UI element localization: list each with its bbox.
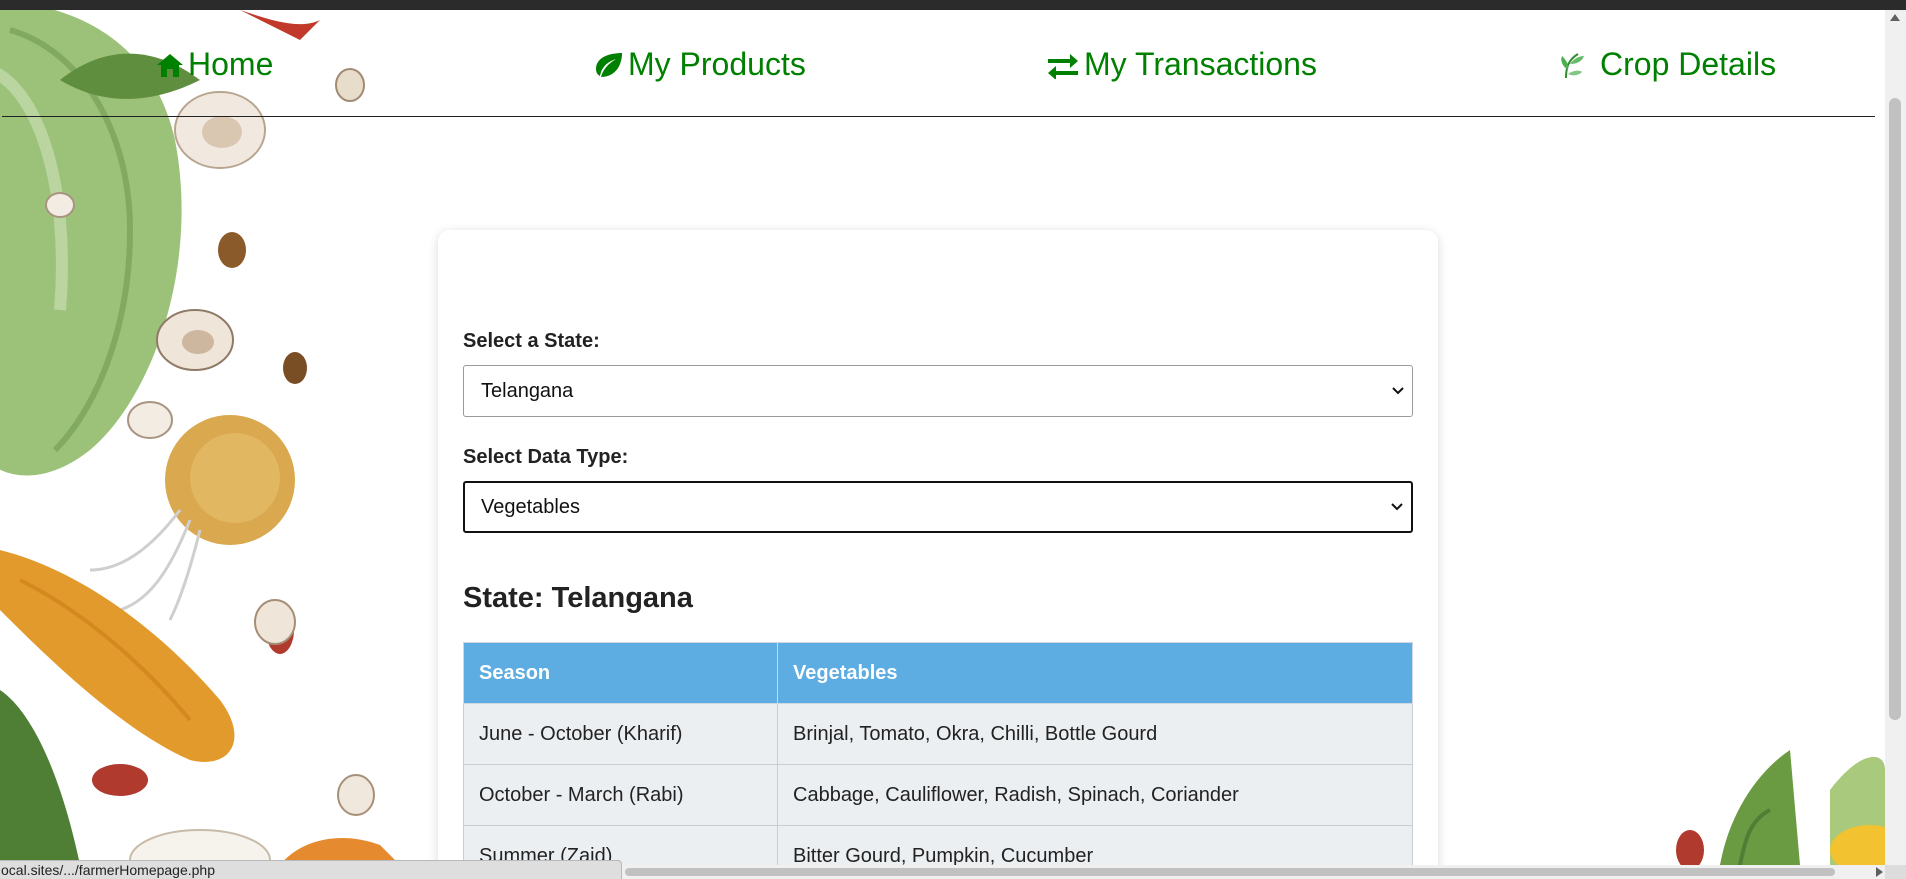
season-cell: June - October (Kharif): [463, 703, 778, 765]
nav-products-link[interactable]: My Products: [592, 46, 806, 83]
nav-home-link[interactable]: Home: [156, 46, 273, 83]
status-bar-url: ocal.sites/.../farmerHomepage.php: [0, 860, 622, 879]
horizontal-scroll-thumb[interactable]: [625, 868, 1835, 876]
chevron-down-icon: [1392, 387, 1404, 395]
table-row: June - October (Kharif) Brinjal, Tomato,…: [463, 703, 1413, 765]
nav-crop-details-label: Crop Details: [1600, 46, 1777, 82]
scroll-right-arrow-icon[interactable]: [1876, 867, 1883, 877]
nav-transactions-link[interactable]: My Transactions: [1046, 46, 1317, 83]
column-header-season: Season: [463, 642, 778, 704]
state-select-label: Select a State:: [463, 330, 600, 352]
exchange-icon: [1048, 53, 1078, 79]
datatype-select-label: Select Data Type:: [463, 446, 629, 468]
browser-viewport: Home My Products My Transactions Crop De…: [0, 0, 1906, 879]
vegetables-cell: Cabbage, Cauliflower, Radish, Spinach, C…: [777, 764, 1413, 826]
state-select[interactable]: Telangana: [463, 365, 1413, 417]
datatype-select[interactable]: Vegetables: [463, 481, 1413, 533]
state-select-value: Telangana: [481, 379, 574, 402]
home-icon: [157, 53, 183, 77]
vertical-scroll-thumb[interactable]: [1889, 98, 1901, 720]
nav-home-label: Home: [188, 46, 274, 82]
scrollbar-corner: [1885, 865, 1906, 879]
vertical-scrollbar[interactable]: [1885, 10, 1906, 865]
chevron-down-icon: [1391, 503, 1403, 511]
nav-products-label: My Products: [628, 46, 806, 82]
nav-transactions-label: My Transactions: [1084, 46, 1317, 82]
column-header-vegetables: Vegetables: [777, 642, 1413, 704]
window-top-strip: [0, 0, 1906, 10]
nav-divider: [2, 116, 1875, 117]
season-cell: October - March (Rabi): [463, 764, 778, 826]
table-header-row: Season Vegetables: [463, 642, 1413, 704]
top-navigation: Home My Products My Transactions Crop De…: [0, 10, 1885, 117]
nav-crop-details-link[interactable]: Crop Details: [1556, 46, 1776, 83]
table-row: October - March (Rabi) Cabbage, Cauliflo…: [463, 764, 1413, 826]
vegetables-cell: Brinjal, Tomato, Okra, Chilli, Bottle Go…: [777, 703, 1413, 765]
leaf-icon: [596, 52, 622, 77]
scroll-up-arrow-icon[interactable]: [1890, 14, 1900, 21]
datatype-select-value: Vegetables: [481, 495, 580, 518]
state-heading: State: Telangana: [463, 582, 693, 614]
crop-data-card: Select a State: Telangana Select Data Ty…: [438, 230, 1438, 879]
crop-season-table: Season Vegetables June - October (Kharif…: [463, 642, 1413, 879]
sprout-icon: [1561, 52, 1584, 78]
